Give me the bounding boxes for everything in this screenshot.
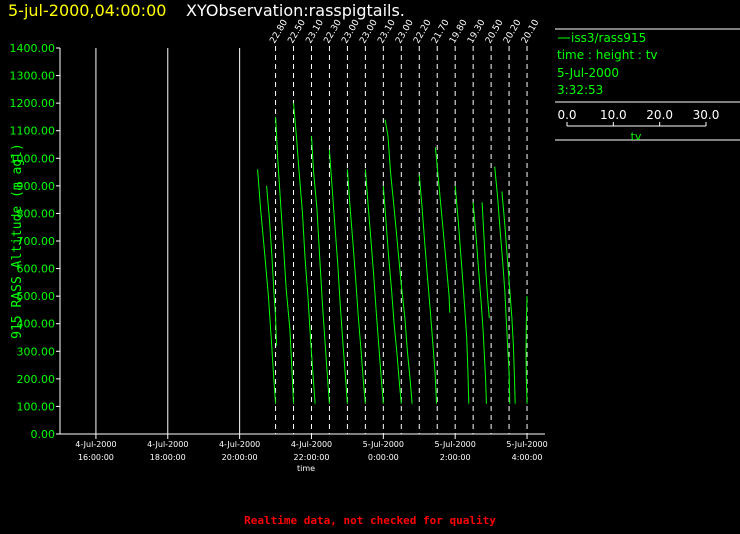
x-tick-label-date: 4-Jul-2000 xyxy=(291,440,332,449)
x-tick-label-date: 4-Jul-2000 xyxy=(219,440,260,449)
tv-profile-line xyxy=(364,169,384,404)
x-tick-label-date: 5-Jul-2000 xyxy=(435,440,476,449)
scale-tick-label: 30.0 xyxy=(693,108,720,122)
tv-profile-line xyxy=(346,169,366,404)
plot-axes xyxy=(59,48,545,435)
y-tick-label: 1200.00 xyxy=(10,97,56,110)
x-tick-label-time: 4:00:00 xyxy=(512,453,543,462)
y-tick-label: 200.00 xyxy=(17,373,56,386)
rass-pigtail-chart: 22.8022.5023.1022.3023.0023.0023.1023.00… xyxy=(10,18,740,473)
x-axis-label: time xyxy=(297,464,315,473)
scale-bar-ticks: 0.0 10.0 20.0 30.0 xyxy=(557,108,719,126)
tv-profile-line xyxy=(418,174,437,404)
x-tick-label-time: 20:00:00 xyxy=(222,453,258,462)
tv-profile-line xyxy=(275,116,294,404)
x-tick-label-time: 18:00:00 xyxy=(150,453,186,462)
x-tick-label-time: 16:00:00 xyxy=(78,453,114,462)
tv-profile-line xyxy=(494,166,511,404)
y-tick-label: 0.00 xyxy=(31,428,56,441)
x-tick-label-time: 22:00:00 xyxy=(294,453,330,462)
x-tick-label-time: 2:00:00 xyxy=(440,453,471,462)
x-tick-label-date: 5-Jul-2000 xyxy=(363,440,404,449)
scale-tick-label: 10.0 xyxy=(600,108,627,122)
tv-profiles xyxy=(257,103,528,404)
scale-tick-label: 20.0 xyxy=(646,108,673,122)
grid-lines xyxy=(95,48,241,434)
tv-profile-line xyxy=(525,296,528,404)
scan-time-lines: 22.8022.5023.1022.3023.0023.0023.1023.00… xyxy=(268,18,542,434)
x-axis-ticks: 4-Jul-2000 16:00:00 4-Jul-2000 18:00:00 4-Ju… xyxy=(75,434,548,462)
scale-bar-label: tv xyxy=(631,130,642,143)
tv-profile-line xyxy=(382,185,402,404)
y-tick-label: 300.00 xyxy=(17,345,56,358)
quality-warning: Realtime data, not checked for quality xyxy=(244,514,496,527)
scan-line-label: 20.10 xyxy=(520,18,542,46)
x-tick-label-date: 4-Jul-2000 xyxy=(75,440,116,449)
y-tick-label: 100.00 xyxy=(17,400,56,413)
legend-entry-label: iss3/rass915 xyxy=(571,31,647,45)
tv-profile-line xyxy=(481,202,490,319)
y-axis-label: 915 RASS Altitude (m agl) xyxy=(10,143,25,339)
tv-profile-line xyxy=(454,185,470,404)
y-tick-label: 1400.00 xyxy=(10,42,56,55)
tv-profile-line xyxy=(472,202,487,404)
legend-time: 3:32:53 xyxy=(557,83,604,97)
legend-variables: time : height : tv xyxy=(557,48,658,62)
legend-date: 5-Jul-2000 xyxy=(557,66,619,80)
x-tick-label-date: 4-Jul-2000 xyxy=(147,440,188,449)
x-tick-label-time: 0:00:00 xyxy=(368,453,399,462)
tv-profile-line xyxy=(328,149,348,404)
y-tick-label: 1300.00 xyxy=(10,70,56,83)
y-tick-label: 1100.00 xyxy=(10,125,56,138)
tv-profile-line xyxy=(257,169,277,404)
x-tick-label-date: 5-Jul-2000 xyxy=(506,440,547,449)
tv-profile-line xyxy=(311,136,330,404)
scale-tick-label: 0.0 xyxy=(557,108,576,122)
